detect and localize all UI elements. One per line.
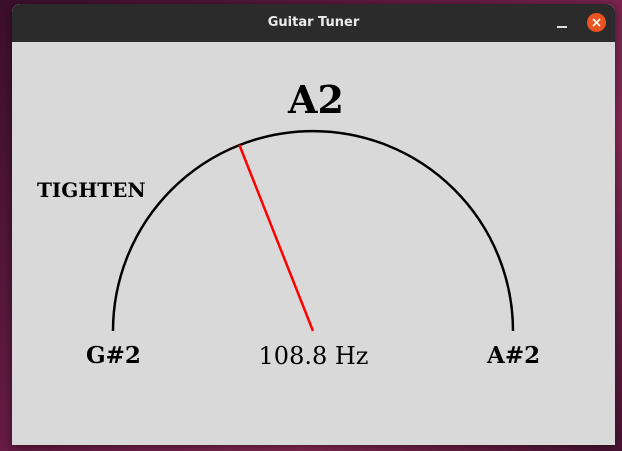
- tuner-needle: [238, 144, 315, 332]
- tuning-instruction: TIGHTEN: [37, 178, 146, 202]
- close-button[interactable]: [587, 13, 606, 32]
- tuner-canvas: A2 TIGHTEN G#2 A#2 108.8 Hz: [12, 42, 615, 445]
- title-bar[interactable]: Guitar Tuner: [12, 4, 615, 42]
- tuner-arc: [111, 129, 515, 332]
- frequency-readout: 108.8 Hz: [258, 342, 369, 370]
- minimize-button[interactable]: [552, 13, 572, 33]
- close-icon: [592, 18, 601, 27]
- app-window: Guitar Tuner A2 TIGHTEN G#2 A#2 108.8 Hz: [12, 4, 615, 445]
- window-title: Guitar Tuner: [267, 15, 360, 30]
- detected-note: A2: [288, 77, 344, 122]
